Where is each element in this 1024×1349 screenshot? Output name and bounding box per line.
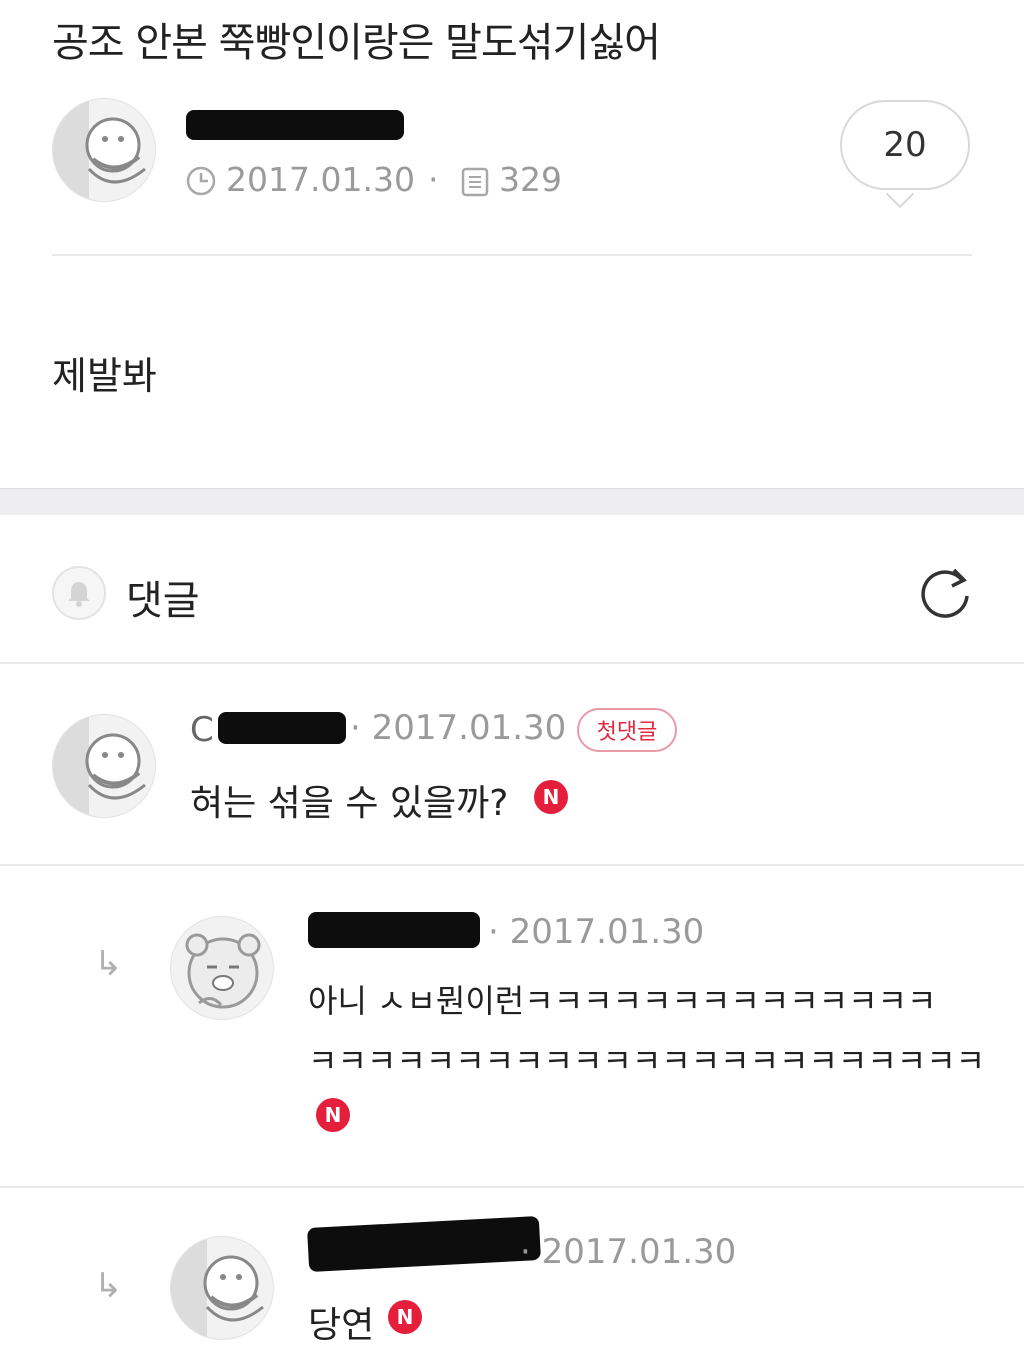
reply-text: 당연	[308, 1305, 375, 1346]
header-divider	[52, 254, 972, 256]
new-badge: N	[388, 1300, 422, 1334]
comment-divider	[0, 864, 1024, 866]
comment-count-button[interactable]: 20	[840, 100, 970, 190]
comment-author-redacted	[218, 712, 346, 744]
comment-text: 혀는 섞을 수 있을까?	[190, 783, 509, 824]
reply-avatar[interactable]	[170, 1236, 274, 1340]
first-comment-badge: 첫댓글	[577, 708, 677, 752]
author-avatar[interactable]	[52, 98, 156, 202]
reply-author-redacted	[307, 1215, 541, 1273]
reply-date: · 2017.01.30	[488, 912, 705, 952]
view-count: 329	[499, 160, 562, 199]
meta-separator: ·	[428, 160, 439, 199]
clock-icon	[186, 166, 216, 196]
reply-text-line2: ㅋㅋㅋㅋㅋㅋㅋㅋㅋㅋㅋㅋㅋㅋㅋㅋㅋㅋㅋㅋㅋㅋㅋ	[308, 1042, 986, 1080]
section-gap	[0, 488, 1024, 515]
reply-arrow-icon: ↳	[94, 1266, 123, 1306]
reply-text-line1: 아니 ㅅㅂ뭔이런ㅋㅋㅋㅋㅋㅋㅋㅋㅋㅋㅋㅋㅋㅋ	[308, 982, 937, 1020]
reply-arrow-icon: ↳	[94, 944, 123, 984]
new-badge: N	[316, 1098, 350, 1132]
reply-date-value: 2017.01.30	[509, 912, 705, 952]
comment-date: · 2017.01.30	[350, 708, 567, 748]
comments-header-divider	[0, 662, 1024, 664]
comment-avatar[interactable]	[52, 714, 156, 818]
post-title: 공조 안본 쭉빵인이랑은 말도섞기싫어	[52, 20, 661, 66]
avatar-icon	[53, 99, 146, 201]
reply-date: · 2017.01.30	[520, 1232, 737, 1272]
comment-author-initial: C	[190, 710, 214, 750]
document-icon	[461, 167, 489, 197]
post-body: 제발봐	[52, 354, 157, 398]
reply-author-redacted	[308, 912, 480, 948]
reply-date-value: 2017.01.30	[541, 1232, 737, 1272]
refresh-icon[interactable]	[914, 562, 976, 624]
notification-toggle[interactable]	[52, 566, 106, 620]
bear-avatar-icon	[185, 933, 261, 1009]
author-name-redacted	[186, 110, 404, 140]
new-badge: N	[534, 780, 568, 814]
comments-title: 댓글	[126, 578, 200, 624]
comment-date-value: 2017.01.30	[371, 708, 567, 748]
comment-divider	[0, 1186, 1024, 1188]
reply-avatar[interactable]	[170, 916, 274, 1020]
avatar-icon	[171, 1237, 264, 1339]
avatar-icon	[53, 715, 146, 817]
post-date: 2017.01.30	[226, 160, 415, 199]
bell-icon	[68, 582, 90, 607]
